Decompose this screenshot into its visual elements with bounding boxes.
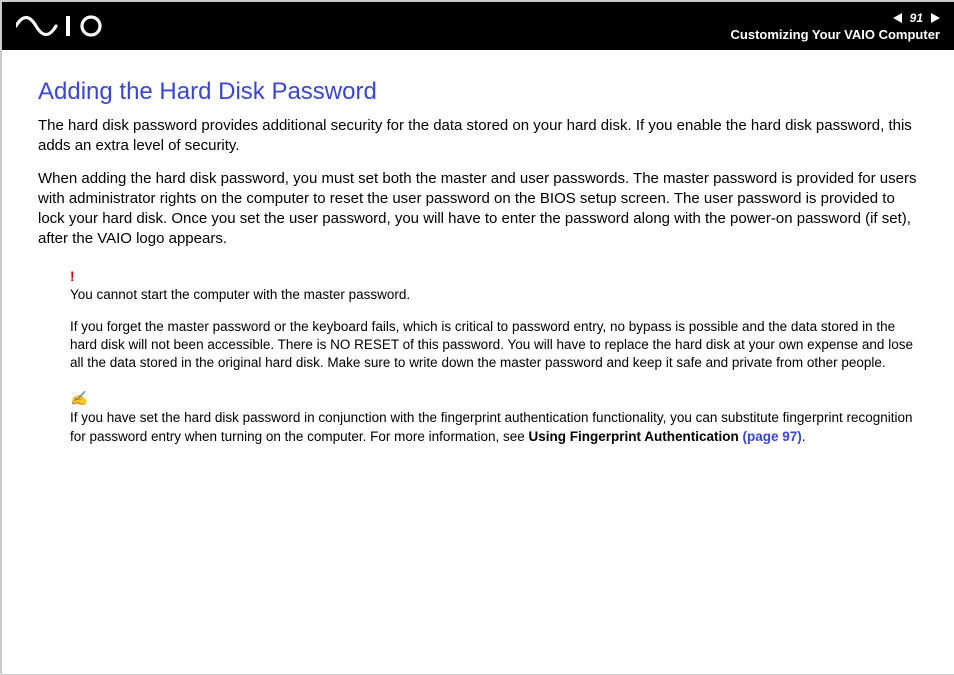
- tip-text-tail: .: [802, 429, 806, 444]
- vaio-logo: [16, 15, 126, 37]
- tip-text: If you have set the hard disk password i…: [70, 409, 918, 445]
- warning-text: If you forget the master password or the…: [70, 318, 918, 373]
- body-paragraph: The hard disk password provides addition…: [38, 116, 918, 157]
- warning-text: You cannot start the computer with the m…: [70, 286, 918, 304]
- cross-reference-link[interactable]: (page 97): [742, 429, 801, 444]
- tip-note: ✍ If you have set the hard disk password…: [70, 390, 918, 445]
- page-content: Adding the Hard Disk Password The hard d…: [2, 50, 954, 446]
- page-header: 91 Customizing Your VAIO Computer: [2, 2, 954, 50]
- page-navigator: 91: [893, 11, 940, 25]
- page-number: 91: [910, 11, 923, 25]
- breadcrumb: Customizing Your VAIO Computer: [731, 27, 940, 42]
- prev-page-arrow-icon[interactable]: [893, 13, 902, 23]
- body-paragraph: When adding the hard disk password, you …: [38, 169, 918, 250]
- warning-note: ! You cannot start the computer with the…: [70, 268, 918, 373]
- next-page-arrow-icon[interactable]: [931, 13, 940, 23]
- tip-icon: ✍: [70, 390, 918, 407]
- cross-reference-label: Using Fingerprint Authentication: [528, 429, 742, 444]
- page-title: Adding the Hard Disk Password: [38, 78, 918, 106]
- warning-icon: !: [70, 268, 918, 284]
